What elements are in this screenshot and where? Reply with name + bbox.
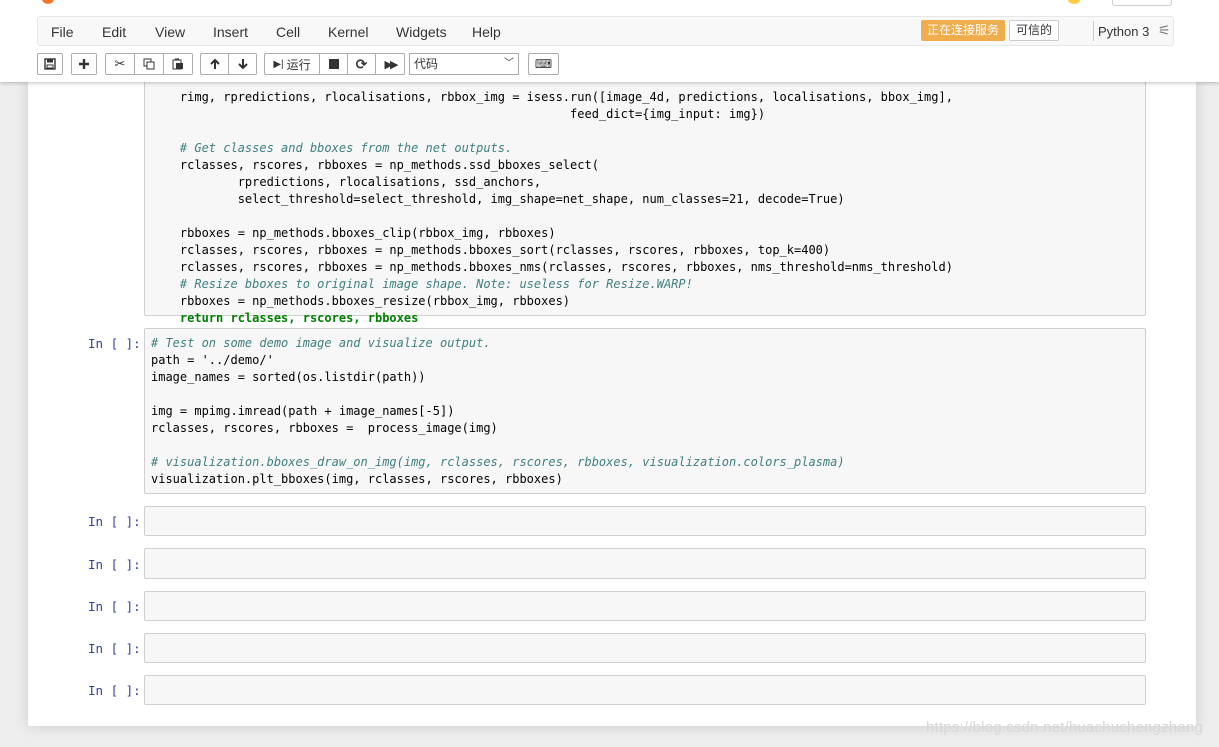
menu-help[interactable]: Help — [472, 24, 501, 40]
code-line: img = mpimg.imread(path + image_names[-5… — [151, 404, 455, 418]
arrow-down-icon — [237, 59, 248, 70]
header-top-strip — [0, 0, 1219, 8]
refresh-icon: ⟳ — [355, 55, 368, 72]
toolbar: ✂ ▶| 运行 ⟳ ▶▶ 代码 ﹀ ⌨ — [37, 53, 1177, 77]
input-prompt: In [ ]: — [88, 514, 141, 529]
restart-run-all-button[interactable]: ▶▶ — [375, 53, 405, 75]
code-comment: # Test on some demo image and visualize … — [151, 336, 491, 350]
chevron-down-icon: ﹀ — [504, 58, 514, 69]
code-line: rbboxes = np_methods.bboxes_clip(rbbox_i… — [151, 226, 556, 240]
input-prompt: In [ ]: — [88, 599, 141, 614]
code-line: rpredictions, rlocalisations, ssd_anchor… — [151, 175, 542, 189]
paste-button[interactable] — [163, 53, 193, 75]
cell-type-select[interactable]: 代码 ﹀ — [409, 53, 519, 75]
plus-icon — [79, 59, 89, 69]
code-line: rbboxes = np_methods.bboxes_resize(rbbox… — [151, 294, 571, 308]
cell-type-value: 代码 — [414, 57, 439, 71]
insert-cell-button[interactable] — [71, 53, 97, 75]
notebook-container: rimg, rpredictions, rlocalisations, rbbo… — [28, 52, 1196, 726]
menu-insert[interactable]: Insert — [213, 24, 248, 40]
empty-code-cell[interactable] — [144, 506, 1146, 536]
move-up-button[interactable] — [200, 53, 229, 75]
restart-button[interactable]: ⟳ — [347, 53, 376, 75]
code-line: return rclasses, rscores, rbboxes — [151, 311, 419, 325]
cut-button[interactable]: ✂ — [105, 53, 135, 75]
stop-icon — [328, 59, 339, 69]
arrow-up-icon — [209, 58, 220, 69]
interrupt-button[interactable] — [319, 53, 348, 75]
code-line: path = '../demo/' — [151, 353, 274, 367]
scissors-icon: ✂ — [114, 56, 126, 71]
copy-icon — [143, 58, 155, 70]
menu-file[interactable]: File — [51, 24, 74, 40]
code-line: rclasses, rscores, rbboxes = np_methods.… — [151, 243, 831, 257]
input-prompt: In [ ]: — [88, 641, 141, 656]
run-button[interactable]: ▶| 运行 — [264, 53, 320, 75]
input-prompt: In [ ]: — [88, 336, 141, 351]
logout-button[interactable] — [1112, 0, 1172, 6]
copy-button[interactable] — [134, 53, 164, 75]
menu-widgets[interactable]: Widgets — [396, 24, 447, 40]
jupyter-logo-icon[interactable] — [42, 0, 54, 4]
code-comment: # visualization.bboxes_draw_on_img(img, … — [151, 455, 845, 469]
paste-icon — [172, 58, 183, 70]
kernel-indicator-icon — [1068, 0, 1080, 4]
kernel-name: Python 3 — [1098, 24, 1150, 39]
empty-code-cell[interactable] — [144, 675, 1146, 705]
run-label: 运行 — [286, 57, 311, 72]
menubar: File Edit View Insert Cell Kernel Widget… — [37, 16, 1174, 46]
save-button[interactable] — [37, 53, 63, 75]
code-line: image_names = sorted(os.listdir(path)) — [151, 370, 426, 384]
move-down-button[interactable] — [228, 53, 257, 75]
kernel-separator — [1093, 21, 1094, 41]
step-forward-icon: ▶| — [273, 58, 284, 70]
menu-cell[interactable]: Cell — [276, 24, 300, 40]
code-cell-editor[interactable]: rimg, rpredictions, rlocalisations, rbbo… — [144, 52, 1146, 325]
empty-code-cell[interactable] — [144, 591, 1146, 621]
input-prompt: In [ ]: — [88, 557, 141, 572]
code-line: feed_dict={img_input: img}) — [151, 107, 766, 121]
trusted-notebook-badge[interactable]: 可信的 — [1009, 20, 1060, 41]
notebook-header: File Edit View Insert Cell Kernel Widget… — [0, 0, 1219, 82]
code-line: rclasses, rscores, rbboxes = process_ima… — [151, 421, 498, 435]
menu-kernel[interactable]: Kernel — [328, 24, 368, 40]
code-line: rclasses, rscores, rbboxes = np_methods.… — [151, 158, 599, 172]
code-cell-editor[interactable]: # Test on some demo image and visualize … — [144, 328, 1146, 494]
connecting-status-badge: 正在连接服务 — [921, 20, 1006, 41]
save-icon — [44, 58, 56, 70]
fast-forward-icon: ▶▶ — [384, 58, 399, 71]
command-palette-button[interactable]: ⌨ — [528, 53, 559, 75]
code-comment: # Resize bboxes to original image shape.… — [151, 277, 693, 291]
code-comment: # Get classes and bboxes from the net ou… — [151, 141, 513, 155]
menu-view[interactable]: View — [155, 24, 185, 40]
code-line: rclasses, rscores, rbboxes = np_methods.… — [151, 260, 953, 274]
watermark: https://blog.csdn.net/huachuchengzhang — [926, 719, 1203, 736]
empty-code-cell[interactable] — [144, 548, 1146, 579]
code-line: visualization.plt_bboxes(img, rclasses, … — [151, 472, 563, 486]
kernel-disconnected-icon: ⚟ — [1158, 22, 1171, 38]
code-line: rimg, rpredictions, rlocalisations, rbbo… — [151, 90, 953, 104]
input-prompt: In [ ]: — [88, 683, 141, 698]
empty-code-cell[interactable] — [144, 633, 1146, 663]
code-line: select_threshold=select_threshold, img_s… — [151, 192, 845, 206]
keyboard-icon: ⌨ — [534, 57, 553, 71]
menu-edit[interactable]: Edit — [102, 24, 126, 40]
